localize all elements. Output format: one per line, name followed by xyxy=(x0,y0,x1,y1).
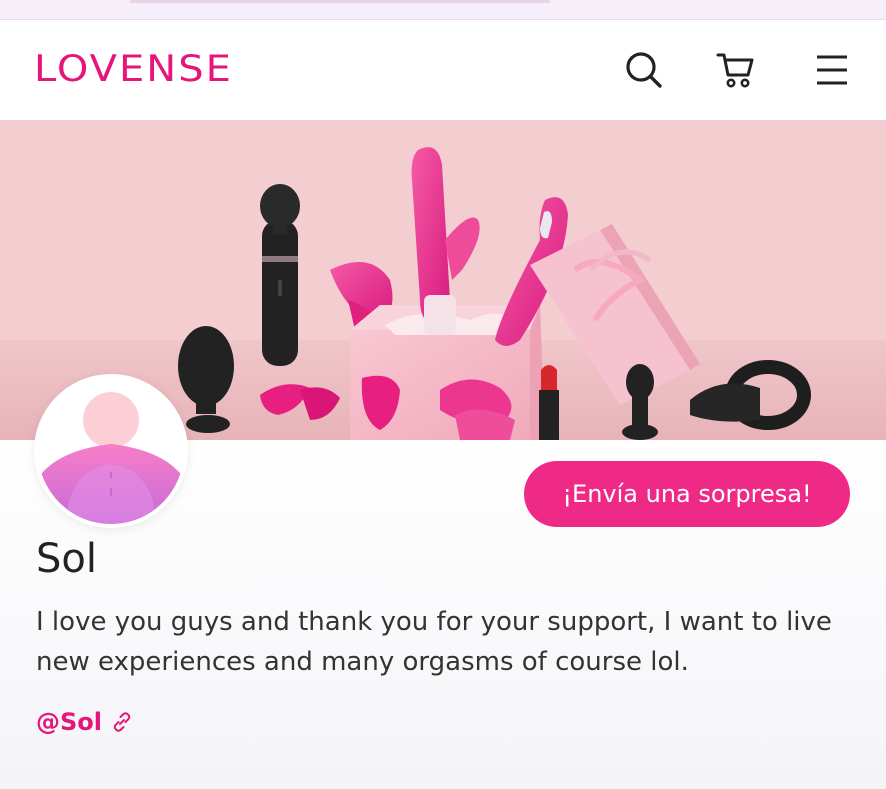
search-icon xyxy=(626,52,662,88)
hamburger-menu-icon xyxy=(817,55,847,85)
cart-icon xyxy=(716,53,754,88)
top-strip xyxy=(0,0,886,20)
lovense-logo[interactable]: LOVENSE xyxy=(34,48,233,90)
cart-button[interactable] xyxy=(714,48,758,92)
send-surprise-button[interactable]: ¡Envía una sorpresa! xyxy=(524,461,850,527)
site-header: LOVENSE xyxy=(0,20,886,120)
menu-button[interactable] xyxy=(810,48,854,92)
profile-name: Sol xyxy=(36,536,97,582)
link-icon xyxy=(113,712,131,732)
profile-bio: I love you guys and thank you for your s… xyxy=(36,607,832,677)
profile-handle-link[interactable]: @Sol xyxy=(36,708,134,736)
strip-line xyxy=(130,0,550,3)
user-avatar-icon xyxy=(38,378,184,524)
avatar[interactable] xyxy=(34,374,188,528)
search-button[interactable] xyxy=(622,48,666,92)
handle-text: @Sol xyxy=(36,708,102,736)
